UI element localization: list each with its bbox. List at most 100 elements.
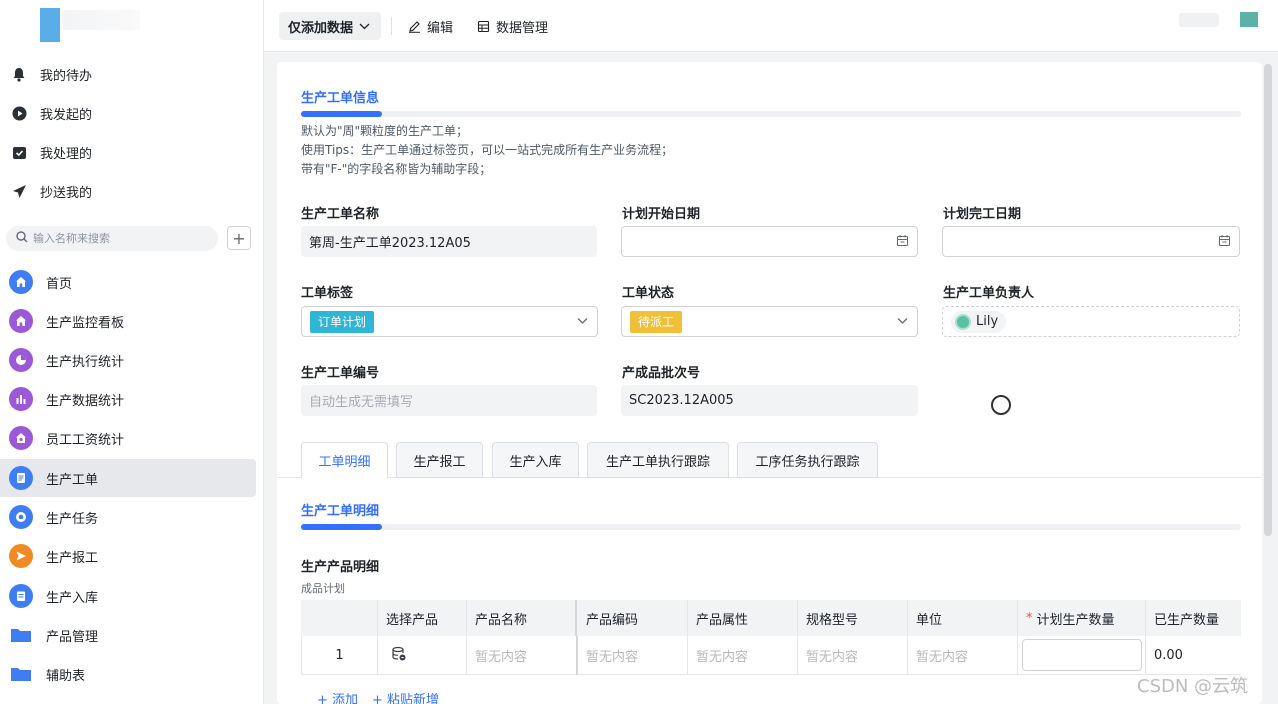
description-line: 带有"F-"的字段名称皆为辅助字段； — [301, 162, 492, 176]
sidebar-item-home[interactable]: 首页 — [0, 263, 256, 301]
work-order-number-label: 生产工单编号 — [301, 366, 380, 381]
owner-chip[interactable]: Lily — [951, 310, 1007, 333]
work-order-name-field: 第周-生产工单2023.12A05 — [301, 226, 597, 257]
quick-item-initiated[interactable]: 我发起的 — [10, 99, 92, 127]
quick-item-label: 我处理的 — [40, 146, 93, 162]
owner-picker[interactable]: Lily — [942, 306, 1240, 337]
add-item-button[interactable]: + — [227, 226, 251, 250]
user-avatar[interactable] — [1240, 12, 1258, 27]
sidebar-item-label: 生产监控看板 — [46, 315, 125, 331]
app-name-blurred — [62, 10, 140, 30]
column-header-product-attr: 产品属性 — [688, 600, 798, 636]
plan-start-label: 计划开始日期 — [622, 207, 701, 222]
sidebar-search[interactable] — [6, 226, 218, 251]
select-product-cell[interactable] — [378, 636, 467, 675]
quick-item-todo[interactable]: 我的待办 — [10, 60, 92, 88]
sidebar-item-salary-stats[interactable]: 员工工资统计 — [0, 419, 256, 457]
chevron-down-icon — [576, 314, 589, 327]
paper-plane-icon — [10, 182, 28, 200]
app-window: 我的待办 我发起的 我处理的 抄送我的 + — [0, 0, 1278, 704]
plan-start-date-picker[interactable] — [621, 226, 918, 257]
edit-button[interactable]: 编辑 — [408, 14, 453, 38]
planned-qty-cell — [1018, 636, 1146, 675]
sidebar-item-aux-table[interactable]: 辅助表 — [0, 655, 256, 693]
sidebar-item-label: 员工工资统计 — [46, 432, 125, 448]
tab-warehousing[interactable]: 生产入库 — [492, 442, 579, 478]
calendar-icon — [1218, 234, 1231, 247]
quick-item-label: 抄送我的 — [40, 185, 93, 201]
unit-cell: 暂无内容 — [908, 636, 1018, 675]
work-order-tag-label: 工单标签 — [301, 286, 354, 301]
app-logo — [40, 8, 60, 42]
play-circle-icon — [10, 104, 28, 122]
product-attr-cell: 暂无内容 — [688, 636, 798, 675]
subtable-label: 生产产品明细 — [301, 560, 380, 575]
add-row-button[interactable]: + 添加 — [317, 689, 358, 704]
quick-item-handled[interactable]: 我处理的 — [10, 138, 92, 166]
description-line: 默认为"周"颗粒度的生产工单； — [301, 124, 469, 138]
sidebar-item-work-order[interactable]: 生产工单 — [0, 459, 256, 497]
batch-number-field: SC2023.12A005 — [621, 385, 918, 416]
sidebar-item-report[interactable]: 生产报工 — [0, 537, 256, 575]
required-mark: * — [1026, 610, 1033, 626]
planned-qty-input[interactable] — [1022, 639, 1142, 671]
tab-process-tracking[interactable]: 工序任务执行跟踪 — [737, 442, 878, 478]
bell-icon — [10, 65, 28, 83]
home-icon — [9, 309, 33, 333]
sidebar-item-label: 辅助表 — [46, 668, 86, 684]
column-header-planned-qty: * 计划生产数量 — [1018, 600, 1146, 636]
section-underline — [301, 524, 1241, 530]
target-icon — [9, 505, 33, 529]
bar-chart-icon — [9, 387, 33, 411]
work-order-number-field: 自动生成无需填写 — [301, 385, 597, 416]
quick-item-cc[interactable]: 抄送我的 — [10, 177, 92, 205]
document-icon — [9, 466, 33, 490]
table-row: 1 暂无内容 暂无内容 暂无内容 暂无内容 暂无内容 0.00 — [301, 636, 1241, 675]
column-header-unit: 单位 — [908, 600, 1018, 636]
sidebar-item-data-stats[interactable]: 生产数据统计 — [0, 380, 256, 418]
section-underline — [301, 111, 1241, 117]
work-order-status-select[interactable]: 待派工 — [621, 306, 918, 337]
mouse-cursor — [991, 395, 1011, 415]
search-icon — [16, 230, 28, 247]
sidebar-item-monitor-board[interactable]: 生产监控看板 — [0, 302, 256, 340]
search-input[interactable] — [33, 232, 203, 245]
tab-order-detail[interactable]: 工单明细 — [301, 442, 388, 479]
calendar-icon — [896, 234, 909, 247]
avatar — [955, 313, 971, 330]
tab-order-tracking[interactable]: 生产工单执行跟踪 — [587, 442, 729, 478]
column-header-product-code: 产品编码 — [578, 600, 688, 636]
column-header-spec: 规格型号 — [798, 600, 908, 636]
sidebar-item-task[interactable]: 生产任务 — [0, 498, 256, 536]
sidebar-item-label: 生产数据统计 — [46, 393, 125, 409]
work-order-status-label: 工单状态 — [622, 286, 675, 301]
work-order-tag-select[interactable]: 订单计划 — [301, 306, 598, 337]
inbox-check-icon — [10, 143, 28, 161]
mode-select[interactable]: 仅添加数据 — [279, 12, 381, 40]
sidebar-item-exec-stats[interactable]: 生产执行统计 — [0, 341, 256, 379]
description-line: 使用Tips：生产工单通过标签页，可以一站式完成所有生产业务流程； — [301, 143, 674, 157]
folder-icon — [9, 623, 33, 647]
tab-work-report[interactable]: 生产报工 — [396, 442, 483, 478]
work-order-name-value: 第周-生产工单2023.12A05 — [309, 236, 471, 251]
sidebar-item-product-manage[interactable]: 产品管理 — [0, 616, 256, 654]
column-header-label: 计划生产数量 — [1036, 612, 1115, 628]
data-manage-button[interactable]: 数据管理 — [477, 14, 548, 38]
column-header-product-name: 产品名称 — [467, 600, 577, 636]
batch-number-label: 产成品批次号 — [622, 366, 701, 381]
paste-add-button[interactable]: + 粘贴新增 — [372, 689, 439, 704]
vertical-scrollbar[interactable] — [1264, 64, 1272, 536]
sidebar-item-warehousing[interactable]: 生产入库 — [0, 577, 256, 615]
edit-button-label: 编辑 — [427, 20, 454, 36]
form-card: 生产工单信息 默认为"周"颗粒度的生产工单； 使用Tips：生产工单通过标签页，… — [277, 62, 1262, 704]
quick-item-label: 我发起的 — [40, 107, 93, 123]
plan-end-date-picker[interactable] — [942, 226, 1240, 257]
product-code-cell: 暂无内容 — [578, 636, 688, 675]
pie-chart-icon — [9, 348, 33, 372]
mode-select-value: 仅添加数据 — [288, 20, 354, 36]
sidebar-item-label: 生产工单 — [46, 472, 99, 488]
work-order-name-label: 生产工单名称 — [301, 207, 380, 222]
sidebar-item-label: 生产执行统计 — [46, 354, 125, 370]
send-icon — [9, 544, 33, 568]
database-select-icon[interactable] — [391, 646, 407, 666]
